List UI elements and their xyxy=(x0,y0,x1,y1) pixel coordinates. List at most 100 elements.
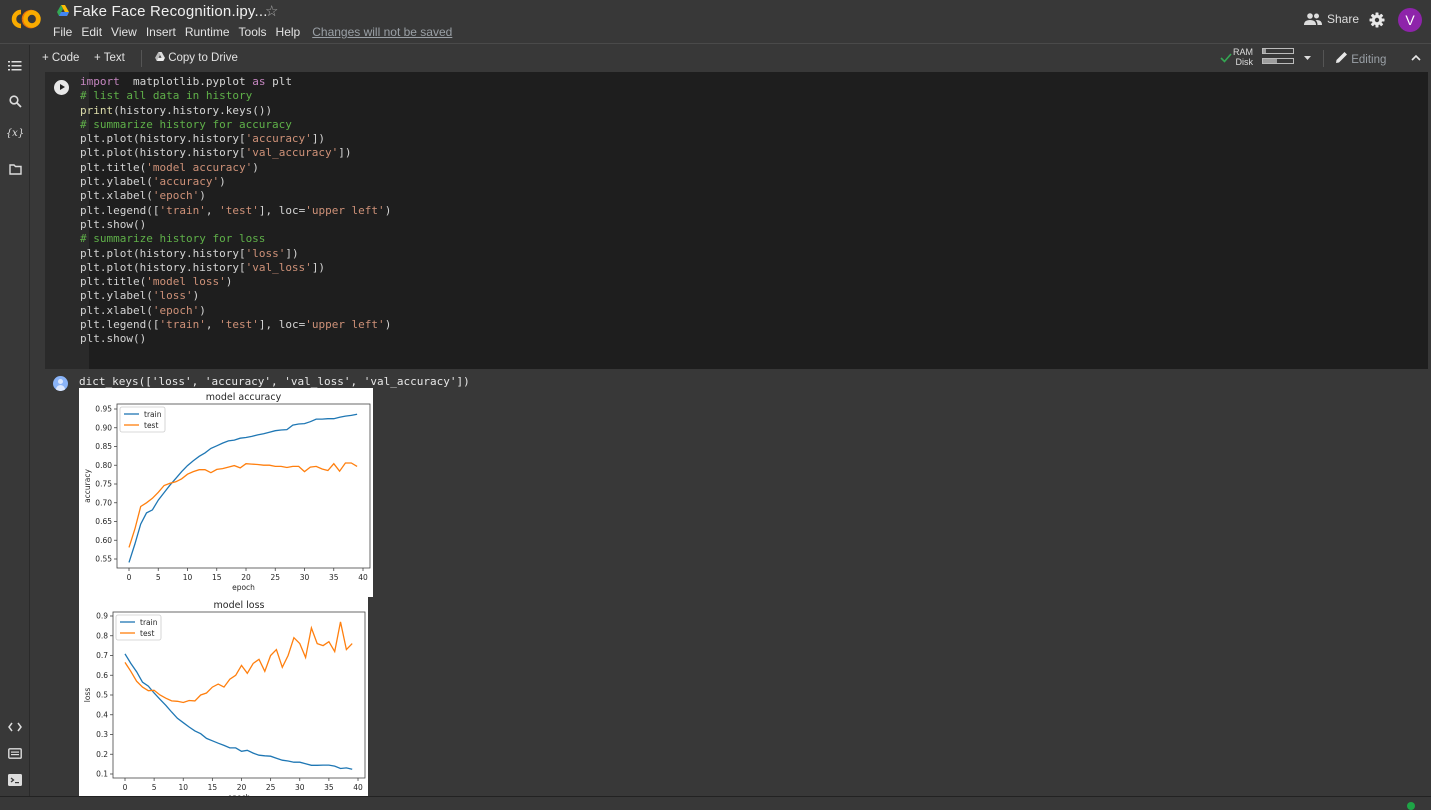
terminal-icon[interactable] xyxy=(7,774,23,790)
code-token: ], loc= xyxy=(258,203,306,217)
code-token: plt.ylabel( xyxy=(80,175,153,189)
pencil-icon xyxy=(1336,52,1347,63)
folder-icon[interactable] xyxy=(7,164,23,180)
code-line: plt.plot(history.history['loss']) xyxy=(80,247,391,261)
chart-legend: train test xyxy=(119,406,166,433)
ram-label: RAM xyxy=(1233,47,1253,57)
code-line: plt.ylabel('loss') xyxy=(80,289,391,303)
x-tick-label: 35 xyxy=(329,573,339,582)
legend-label-test: test xyxy=(144,421,158,430)
series-line-train xyxy=(128,413,358,563)
code-line: plt.legend(['train', 'test'], loc='upper… xyxy=(80,318,391,332)
x-tick-label: 20 xyxy=(237,783,247,792)
table-of-contents-icon[interactable] xyxy=(7,60,23,76)
code-line: plt.show() xyxy=(80,218,391,232)
legend-label-train: train xyxy=(144,410,162,419)
menu-tools[interactable]: Tools xyxy=(239,25,267,39)
code-line: # summarize history for loss xyxy=(80,232,391,246)
menu-file[interactable]: File xyxy=(53,25,72,39)
accuracy-plot: model accuracy 0 5 10 15 20 25 30 35 40 0.55 0.60 0.… xyxy=(79,388,373,597)
google-drive-icon xyxy=(57,5,69,16)
notebook-toolbar: + Code + Text Copy to Drive RAM Disk Edi… xyxy=(31,45,1431,72)
connected-check-icon xyxy=(1220,53,1232,63)
code-token: plt.title( xyxy=(80,160,147,174)
copy-to-drive-button[interactable]: Copy to Drive xyxy=(155,52,238,64)
y-axis-label: accuracy xyxy=(83,469,92,503)
x-tick-label: 25 xyxy=(270,573,280,582)
variables-icon[interactable]: {x} xyxy=(5,128,25,144)
code-token: ]) xyxy=(311,132,326,146)
code-token: plt.plot(history.history[ xyxy=(80,260,246,274)
top-bar: Fake Face Recognition.ipy... ☆ File Edit… xyxy=(0,0,1431,44)
editing-mode-button[interactable]: Editing xyxy=(1336,51,1386,66)
notebook-main: import matplotlib.pyplot as plt # list al… xyxy=(31,72,1431,802)
y-tick-label: 0.7 xyxy=(96,651,108,660)
code-token: ]) xyxy=(338,146,352,160)
add-code-button[interactable]: + Code xyxy=(42,52,79,64)
y-tick-label: 0.95 xyxy=(95,405,112,414)
menu-edit[interactable]: Edit xyxy=(81,25,102,39)
code-token: 'accuracy' xyxy=(152,175,220,189)
code-line: import matplotlib.pyplot as plt xyxy=(80,75,391,89)
add-text-button[interactable]: + Text xyxy=(94,52,125,64)
accuracy-chart: model accuracy 0 5 10 15 20 25 30 35 40 0.55 0.60 0.… xyxy=(83,392,371,592)
colab-logo[interactable] xyxy=(9,8,43,30)
y-tick-label: 0.5 xyxy=(96,691,108,700)
notebook-title[interactable]: Fake Face Recognition.ipy... xyxy=(73,3,268,20)
code-token: 'train' xyxy=(159,318,206,332)
code-snippets-icon[interactable] xyxy=(7,722,23,738)
code-token: ) xyxy=(252,160,259,174)
code-token: , xyxy=(205,203,220,217)
menu-view[interactable]: View xyxy=(111,25,137,39)
gear-icon[interactable] xyxy=(1369,12,1385,28)
y-tick-label: 0.80 xyxy=(95,461,112,470)
star-icon[interactable]: ☆ xyxy=(265,2,278,20)
chart-title: model accuracy xyxy=(206,392,282,403)
code-token: ) xyxy=(384,203,392,217)
run-cell-button[interactable] xyxy=(54,80,69,95)
code-token: plt.xlabel( xyxy=(80,303,153,317)
code-line: plt.xlabel('epoch') xyxy=(80,304,391,318)
toolbar-divider xyxy=(1323,50,1324,67)
disk-label: Disk xyxy=(1235,57,1254,67)
y-tick-label: 0.65 xyxy=(95,517,112,526)
code-editor[interactable]: import matplotlib.pyplot as plt # list al… xyxy=(80,75,391,347)
resources-dropdown-icon[interactable] xyxy=(1304,56,1311,60)
share-label: Share xyxy=(1327,12,1360,26)
series-line-test xyxy=(128,462,358,548)
code-token: 'model accuracy' xyxy=(146,160,253,174)
menu-help[interactable]: Help xyxy=(276,25,301,39)
y-tick-label: 0.8 xyxy=(96,631,108,640)
code-token: 'test' xyxy=(219,203,259,217)
code-line: plt.xlabel('epoch') xyxy=(80,189,391,203)
code-token: matplotlib.pyplot xyxy=(119,75,253,88)
code-token: plt.plot(history.history[ xyxy=(80,146,246,160)
legend-label-test: test xyxy=(140,629,154,638)
loss-plot: model loss 0 5 10 15 20 25 30 35 40 0.1 0.2 0.3 0.4 0.… xyxy=(79,597,368,802)
x-tick-label: 15 xyxy=(212,573,222,582)
code-cell[interactable]: import matplotlib.pyplot as plt # list al… xyxy=(45,72,1428,369)
menu-runtime[interactable]: Runtime xyxy=(185,25,230,39)
code-token: (history.history.keys()) xyxy=(113,103,273,117)
unsaved-notice-link[interactable]: Changes will not be saved xyxy=(312,25,452,39)
y-tick-label: 0.1 xyxy=(96,770,108,779)
share-button[interactable]: Share xyxy=(1304,12,1359,26)
code-line: plt.title('model accuracy') xyxy=(80,161,391,175)
code-token: plt.plot(history.history[ xyxy=(80,132,246,146)
search-icon[interactable] xyxy=(7,95,23,111)
code-token: ) xyxy=(192,289,200,303)
code-token: 'accuracy' xyxy=(245,132,312,146)
menu-insert[interactable]: Insert xyxy=(146,25,176,39)
resource-monitor[interactable]: RAM Disk xyxy=(1233,47,1253,67)
people-icon xyxy=(1304,13,1322,25)
command-palette-icon[interactable] xyxy=(7,748,23,764)
x-tick-label: 30 xyxy=(295,783,305,792)
account-avatar[interactable]: V xyxy=(1398,8,1422,32)
code-line: # summarize history for accuracy xyxy=(80,118,391,132)
y-tick-label: 0.60 xyxy=(95,536,112,545)
code-token: 'epoch' xyxy=(152,189,200,203)
x-tick-label: 25 xyxy=(266,783,276,792)
collapse-header-icon[interactable] xyxy=(1411,54,1421,61)
code-token: plt.title( xyxy=(80,275,147,289)
code-token: ]) xyxy=(285,246,299,260)
